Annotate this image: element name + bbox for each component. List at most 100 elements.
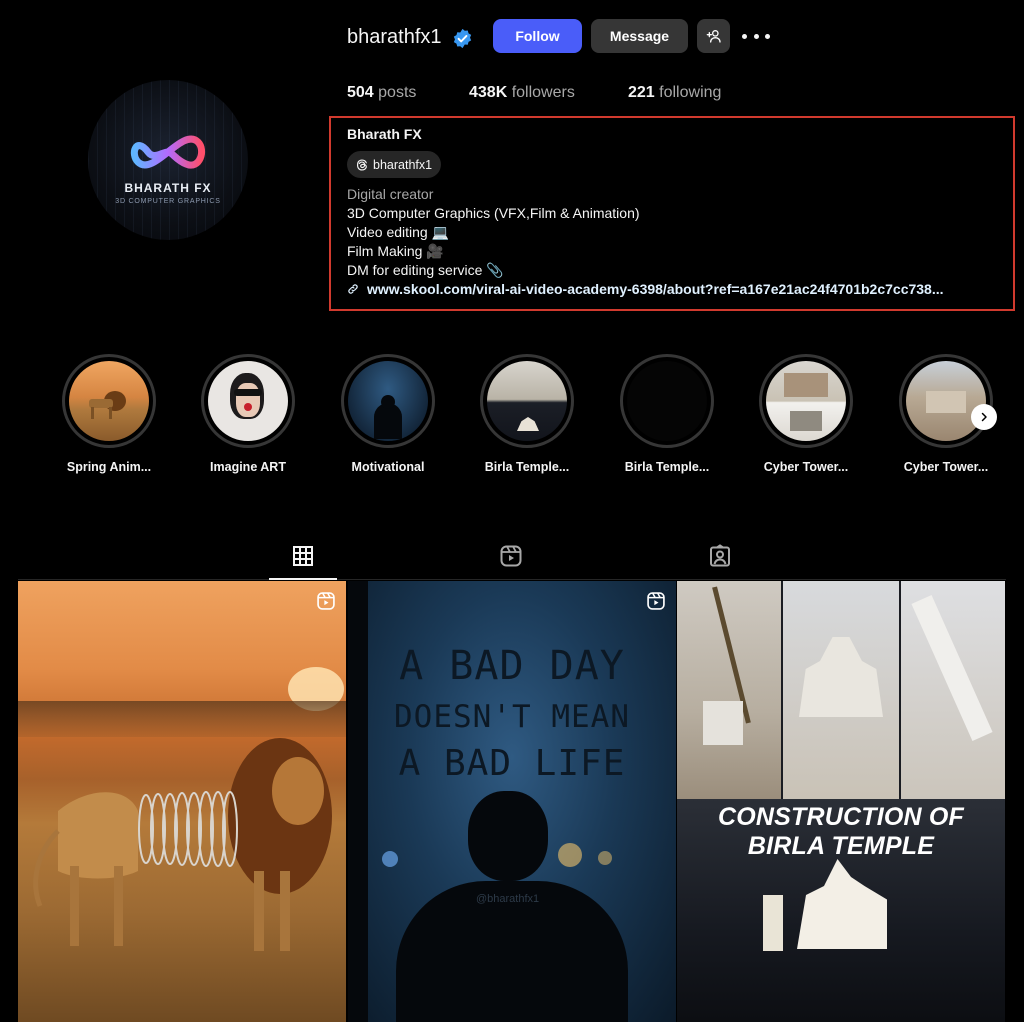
highlight-ring: [899, 354, 993, 448]
highlight-ring: [341, 354, 435, 448]
add-person-icon: [706, 30, 721, 43]
verified-badge-icon: [453, 28, 472, 49]
tab-posts-grid[interactable]: [291, 544, 315, 568]
person-head-silhouette: [468, 791, 548, 881]
bio-link-text: www.skool.com/viral-ai-video-academy-639…: [367, 281, 944, 297]
construction-photo-left: [677, 581, 781, 799]
quote-line: DOESN'T MEAN: [394, 699, 630, 735]
highlight-cover-cyber-tower-aerial: [906, 361, 986, 441]
message-button[interactable]: Message: [591, 19, 688, 53]
bio-external-link[interactable]: www.skool.com/viral-ai-video-academy-639…: [347, 281, 944, 297]
construction-photo-right: [901, 581, 1005, 799]
highlight-label: Birla Temple...: [484, 460, 570, 474]
stat-posts-value: 504: [347, 84, 374, 101]
stat-posts: 504 posts: [347, 84, 416, 102]
temple-lit-shape: [797, 859, 887, 949]
post-title-overlay: CONSTRUCTION OF BIRLA TEMPLE: [717, 803, 965, 860]
highlight-label: Cyber Tower...: [763, 460, 849, 474]
building-shape: [784, 373, 828, 397]
reel-badge-icon: [647, 592, 665, 610]
quote-line: A BAD DAY: [399, 643, 625, 689]
highlight-item[interactable]: Imagine ART: [178, 354, 318, 474]
stat-followers-value: 438K: [469, 84, 508, 101]
quote-line: A BAD LIFE: [398, 743, 626, 784]
options-more-button[interactable]: [742, 26, 770, 46]
lion-slinky-illustration: [33, 738, 332, 951]
bio-line: 3D Computer Graphics (VFX,Film & Animati…: [347, 205, 640, 221]
stat-followers[interactable]: 438K followers: [469, 84, 575, 102]
highlight-item[interactable]: Spring Anim...: [39, 354, 179, 474]
tabs-divider: [18, 579, 1006, 580]
follow-button[interactable]: Follow: [493, 19, 582, 53]
bio-category: Digital creator: [347, 186, 434, 202]
post-thumbnail[interactable]: A BAD DAY DOESN'T MEAN A BAD LIFE @bhara…: [348, 581, 676, 1022]
active-tab-indicator: [269, 578, 337, 580]
highlight-ring: [480, 354, 574, 448]
stone-block-shape: [703, 701, 743, 745]
highlight-label: Cyber Tower...: [903, 460, 989, 474]
stat-posts-label: posts: [378, 84, 417, 101]
threads-handle: bharathfx1: [373, 157, 433, 172]
avatar-tagline-text: 3D COMPUTER GRAPHICS: [115, 198, 221, 205]
tab-tagged[interactable]: [708, 544, 732, 568]
highlight-ring: [62, 354, 156, 448]
highlight-item[interactable]: Cyber Tower...: [736, 354, 876, 474]
highlight-cover-lion: [69, 361, 149, 441]
highlight-cover-birla-temple: [487, 361, 567, 441]
highlight-ring: [759, 354, 853, 448]
bokeh-light-shape: [598, 851, 612, 865]
bokeh-light-shape: [382, 851, 398, 867]
highlight-item[interactable]: Birla Temple...: [597, 354, 737, 474]
construction-photo-middle: [783, 581, 899, 799]
stat-following-value: 221: [628, 84, 655, 101]
highlight-cover-birla-temple-dark: [627, 361, 707, 441]
bio-line: Video editing 💻: [347, 224, 450, 240]
tab-reels[interactable]: [499, 544, 523, 568]
bokeh-light-shape: [558, 843, 582, 867]
temple-scaffold-shape: [799, 637, 883, 717]
avatar-brand-text: BHARATH FX: [124, 181, 212, 195]
highlight-cover-cyber-tower: [766, 361, 846, 441]
link-icon: [348, 284, 358, 294]
post-thumbnail[interactable]: [18, 581, 346, 1022]
highlight-ring: [620, 354, 714, 448]
highlight-label: Spring Anim...: [66, 460, 152, 474]
highlight-ring: [201, 354, 295, 448]
lollipop-shape: [244, 403, 252, 411]
dot-icon: [765, 33, 770, 39]
bio-full-name: Bharath FX: [347, 126, 422, 142]
suggested-accounts-button[interactable]: [697, 19, 730, 53]
temple-night-shape: [517, 417, 539, 431]
highlight-cover-motivational: [348, 361, 428, 441]
dot-icon: [742, 33, 747, 39]
stat-following-label: following: [659, 84, 722, 101]
bio-line: Film Making 🎥: [347, 243, 444, 259]
highlight-label: Birla Temple...: [624, 460, 710, 474]
stat-followers-label: followers: [511, 84, 575, 101]
dot-icon: [753, 33, 759, 39]
building-shape: [926, 391, 966, 413]
sunglasses-shape: [234, 389, 262, 396]
stat-following[interactable]: 221 following: [628, 84, 721, 102]
profile-avatar[interactable]: BHARATH FX 3D COMPUTER GRAPHICS: [88, 80, 248, 240]
bio-line: DM for editing service 📎: [347, 262, 504, 278]
pillar-shape: [911, 595, 993, 741]
chevron-right-icon: [981, 412, 987, 422]
threads-icon: [356, 158, 367, 171]
threads-profile-link[interactable]: bharathfx1: [347, 151, 442, 178]
reel-badge-icon: [317, 592, 335, 610]
lion-silhouette-icon: [89, 391, 126, 419]
profile-username: bharathfx1: [347, 26, 442, 48]
highlights-next-button[interactable]: [971, 404, 997, 430]
post-watermark: @bharathfx1: [476, 893, 540, 905]
highlight-item[interactable]: Motivational: [318, 354, 458, 474]
gopuram-shape: [763, 895, 783, 951]
infinity-logo-icon: [130, 135, 205, 169]
highlight-cover-imagine-art: [208, 361, 288, 441]
highlight-item[interactable]: Birla Temple...: [457, 354, 597, 474]
highlight-label: Imagine ART: [210, 460, 286, 474]
building-shape: [790, 411, 822, 431]
highlight-label: Motivational: [351, 460, 425, 474]
person-head-shape: [381, 395, 395, 409]
post-thumbnail[interactable]: CONSTRUCTION OF BIRLA TEMPLE: [677, 581, 1005, 1022]
